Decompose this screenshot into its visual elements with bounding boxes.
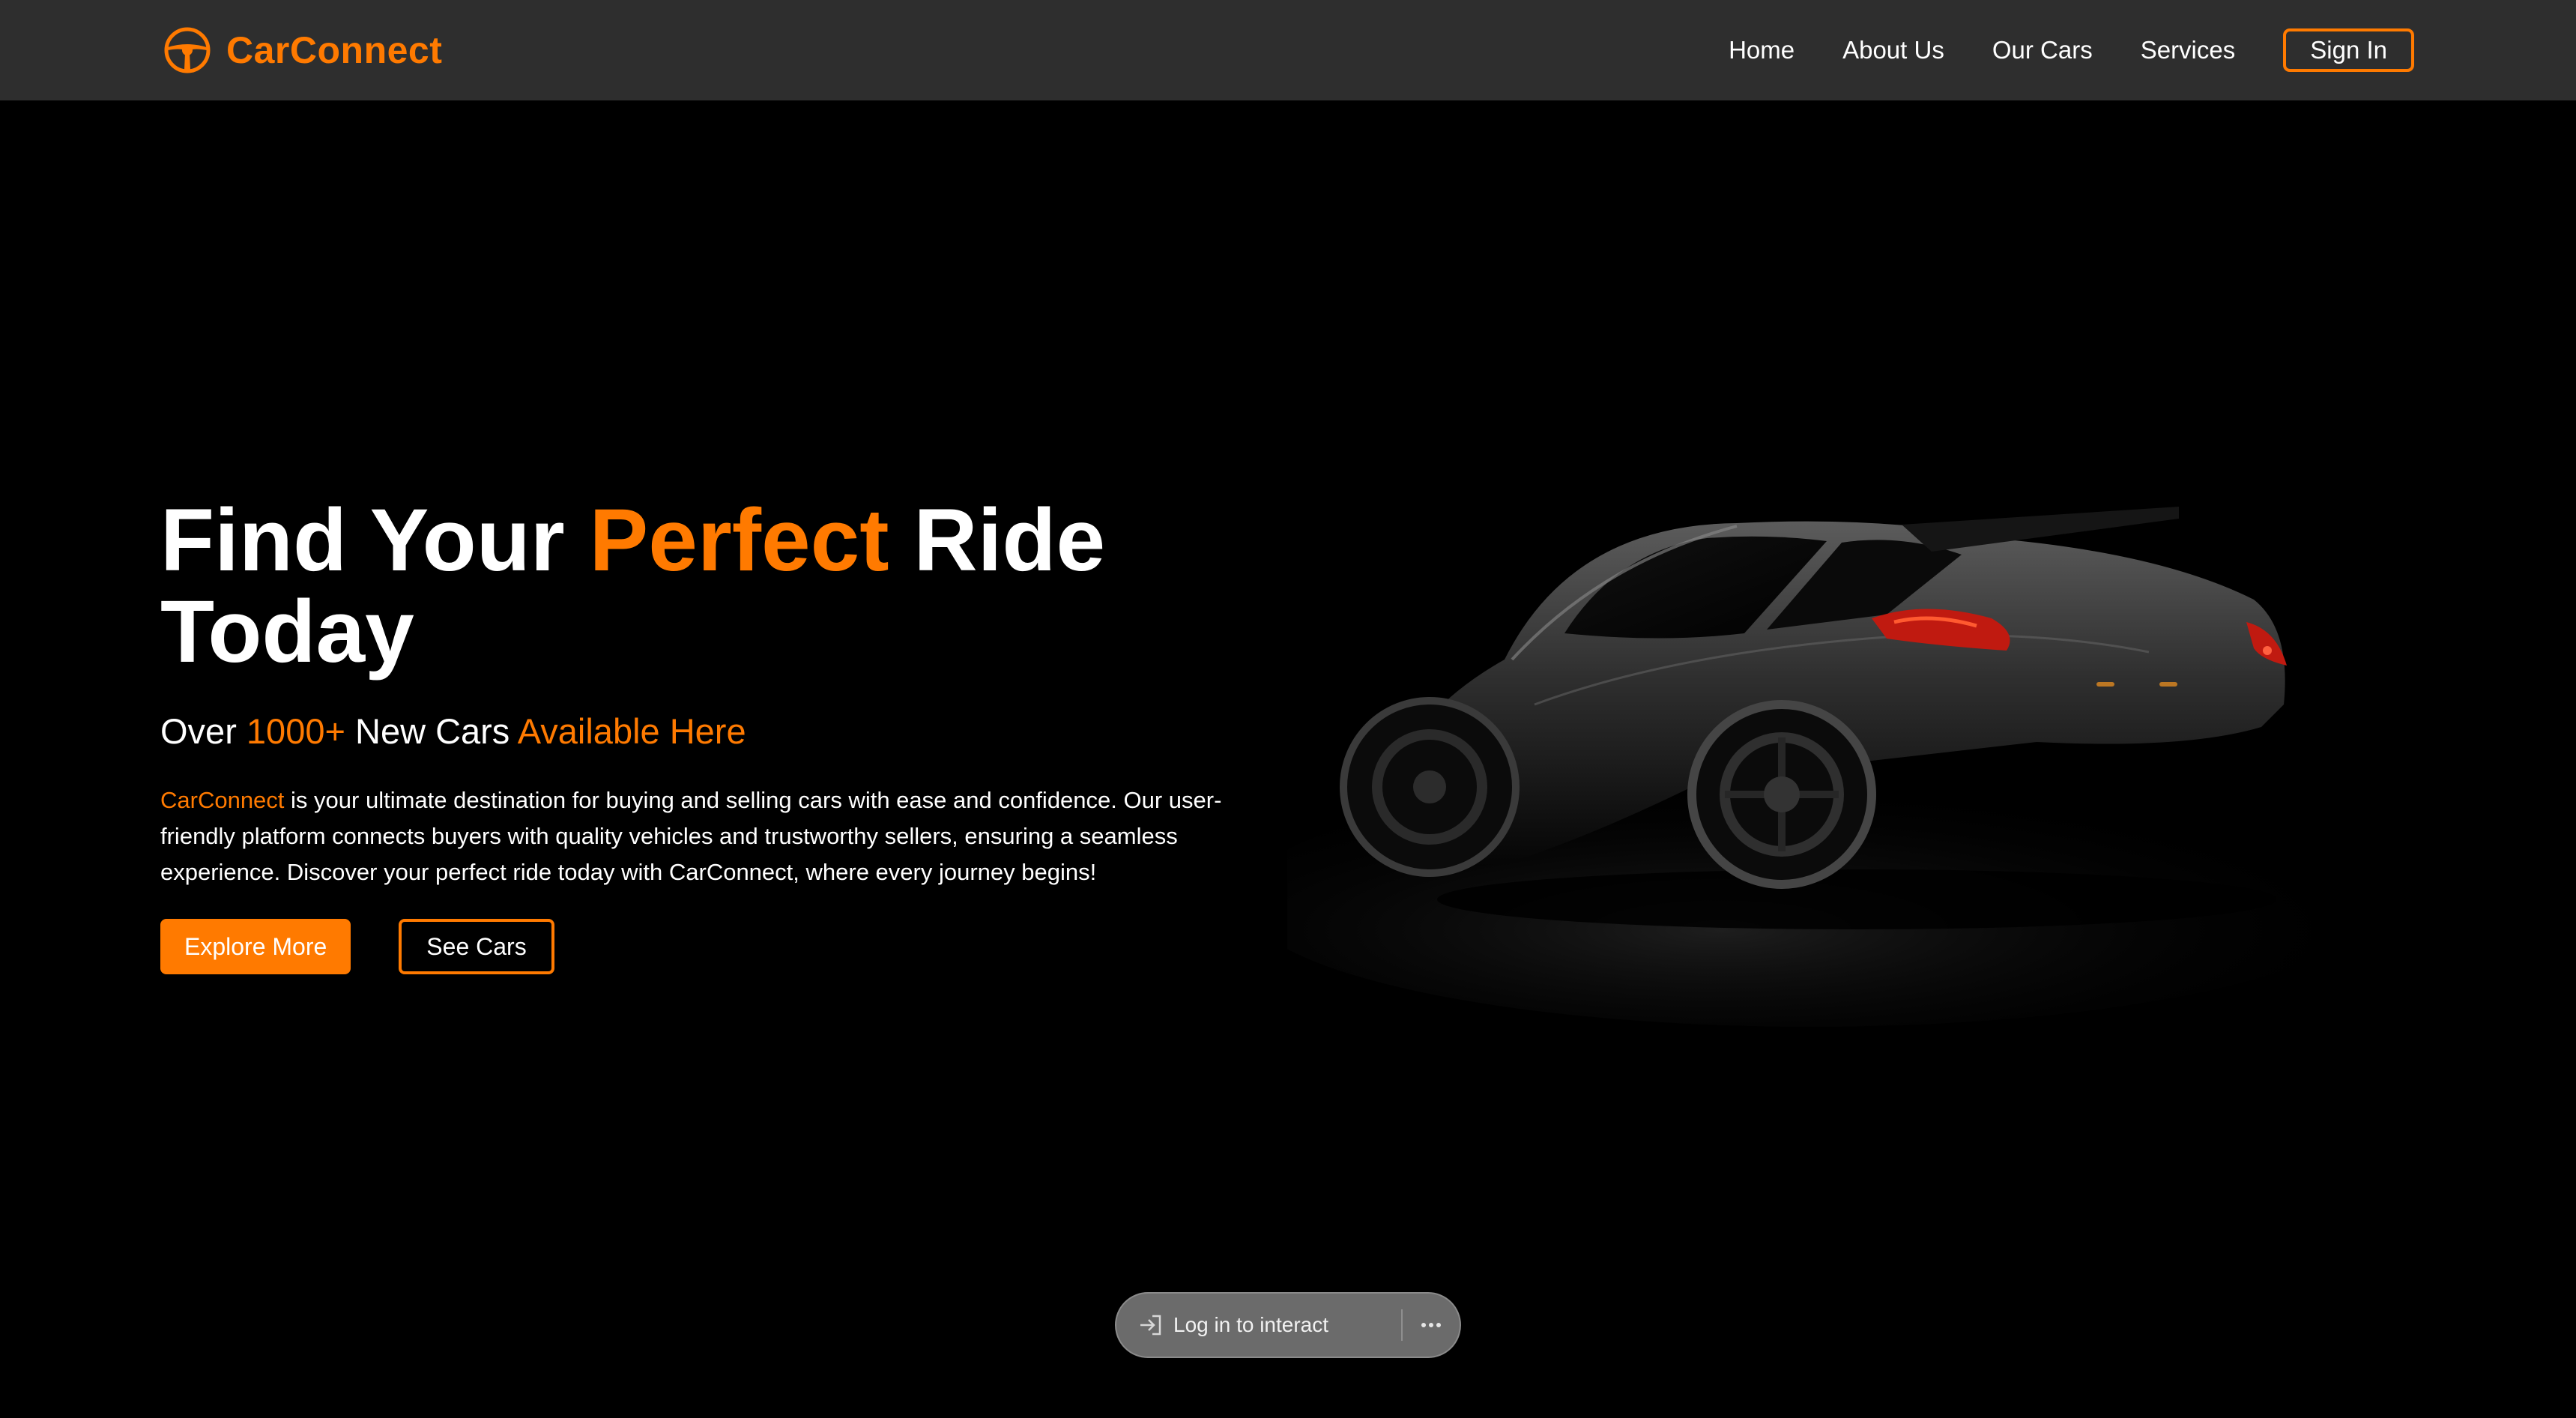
nav-link-about-us[interactable]: About Us — [1842, 36, 1944, 64]
login-overlay-pill: Log in to interact — [1115, 1292, 1461, 1358]
hero-subtitle: Over 1000+ New Cars Available Here — [160, 709, 1284, 754]
explore-more-button[interactable]: Explore More — [160, 919, 351, 974]
rear-wheel — [1687, 700, 1876, 889]
brand-logo[interactable]: CarConnect — [162, 25, 442, 76]
hero-title: Find Your Perfect Ride Today — [160, 495, 1284, 678]
hero-subtitle-part1: Over — [160, 711, 247, 751]
hero-buttons: Explore More See Cars — [160, 919, 1284, 974]
steering-wheel-icon — [164, 27, 211, 73]
main-nav: Home About Us Our Cars Services Sign In — [1729, 28, 2414, 72]
nav-link-our-cars[interactable]: Our Cars — [1992, 36, 2093, 64]
see-cars-button[interactable]: See Cars — [399, 919, 554, 974]
nav-link-services[interactable]: Services — [2141, 36, 2236, 64]
hero-description: CarConnect is your ultimate destination … — [160, 782, 1262, 890]
brand-name: CarConnect — [226, 29, 443, 71]
hero-title-accent: Perfect — [589, 491, 889, 590]
hero-title-part1: Find Your — [160, 491, 590, 590]
hero-car-image — [1287, 507, 2381, 1027]
hero-description-brand: CarConnect — [160, 787, 285, 813]
sign-in-icon — [1140, 1315, 1161, 1336]
navbar: CarConnect Home About Us Our Cars Servic… — [0, 0, 2576, 100]
nav-link-home[interactable]: Home — [1729, 36, 1795, 64]
hero-subtitle-count: 1000+ — [246, 711, 345, 751]
more-horizontal-icon — [1421, 1323, 1441, 1327]
hero-subtitle-part2: New Cars — [345, 711, 518, 751]
login-to-interact-button[interactable]: Log in to interact — [1116, 1294, 1401, 1357]
more-options-button[interactable] — [1403, 1294, 1460, 1357]
front-wheel — [1340, 697, 1520, 877]
hero-description-text: is your ultimate destination for buying … — [160, 787, 1222, 885]
hero-subtitle-available: Available Here — [517, 711, 746, 751]
hero-section: Find Your Perfect Ride Today Over 1000+ … — [160, 495, 1284, 974]
login-label: Log in to interact — [1173, 1313, 1329, 1336]
sign-in-button[interactable]: Sign In — [2283, 28, 2414, 72]
